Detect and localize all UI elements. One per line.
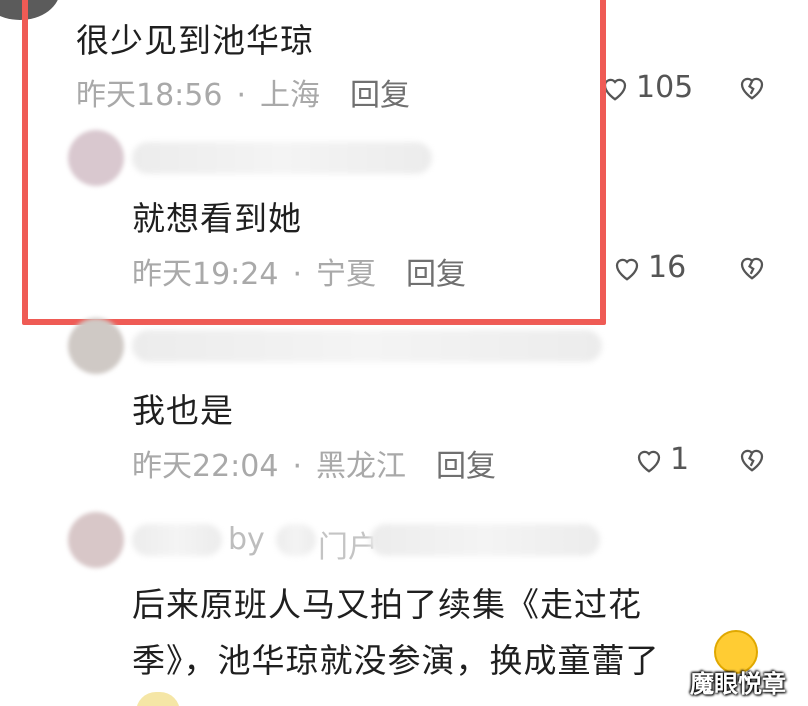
broken-heart-icon (740, 257, 764, 280)
comment-3-reply-button[interactable]: 回复 (436, 449, 496, 484)
comment-4-username-blurred (132, 524, 222, 556)
comment-2-avatar[interactable] (68, 130, 124, 186)
comment-4-body-line2: 季》，池华琼就没参演，换成童蕾了 (132, 641, 660, 680)
comment-3-avatar[interactable] (68, 318, 124, 374)
comment-4-username-partial-2: 门户 (318, 530, 378, 565)
comment-2-dislike-button[interactable] (736, 252, 768, 282)
comment-3-like-button[interactable]: 1 (634, 442, 689, 477)
comment-2-like-count: 16 (648, 250, 687, 285)
comment-1-like-button[interactable]: 105 (600, 70, 693, 105)
comment-1-reply-button[interactable]: 回复 (350, 78, 410, 113)
comment-1-meta: 昨天18:56 · 上海 回复 (76, 78, 411, 113)
comment-4-username-partial: by (228, 522, 265, 557)
heart-icon (637, 450, 661, 473)
comment-1-body: 很少见到池华琼 (76, 21, 314, 60)
comment-2-reply-button[interactable]: 回复 (406, 257, 466, 292)
comment-4-body-line1: 后来原班人马又拍了续集《走过花 (132, 585, 642, 624)
heart-icon (615, 258, 639, 281)
comment-3-dislike-button[interactable] (736, 444, 768, 474)
comment-4-username-blurred-3 (370, 524, 600, 556)
broken-heart-icon (740, 77, 764, 100)
watermark: 魔眼悦章 (690, 670, 786, 698)
comment-3-username-blurred (132, 330, 602, 362)
comment-1-like-count: 105 (636, 70, 694, 105)
comment-3-like-count: 1 (670, 442, 690, 477)
broken-heart-icon (740, 449, 764, 472)
heart-icon (603, 78, 627, 101)
comment-1-time: 昨天18:56 (76, 78, 223, 113)
comment-2-meta: 昨天19:24 · 宁夏 回复 (132, 257, 467, 292)
comment-3-location: 黑龙江 (316, 449, 407, 484)
comment-3-time: 昨天22:04 (132, 449, 279, 484)
comment-4-avatar[interactable] (68, 512, 124, 568)
comment-4-username-blurred-2 (276, 524, 316, 556)
comment-2-location: 宁夏 (316, 257, 377, 292)
comment-2-time: 昨天19:24 (132, 257, 279, 292)
comment-5-avatar-partial[interactable] (136, 692, 180, 706)
comment-2-like-button[interactable]: 16 (612, 250, 686, 285)
comment-3-body: 我也是 (132, 391, 234, 430)
avatar-peek (0, 0, 60, 20)
comment-2-username-blurred (132, 142, 432, 174)
comment-1-location: 上海 (260, 78, 321, 113)
comment-1-dislike-button[interactable] (736, 72, 768, 102)
comment-2-body: 就想看到她 (132, 199, 302, 238)
comment-3-meta: 昨天22:04 · 黑龙江 回复 (132, 449, 497, 484)
